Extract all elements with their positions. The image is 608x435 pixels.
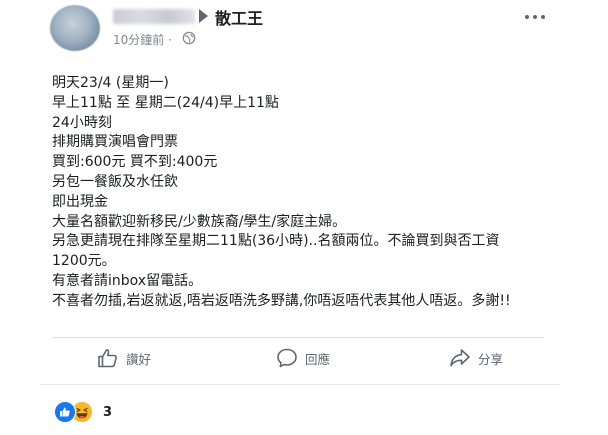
post-line: 有意者請inbox留電話。 [52, 272, 203, 289]
post-line: 早上11點 至 星期二(24/4)早上11點 [52, 94, 279, 111]
post-line: 1200元。 [52, 253, 116, 270]
post-line: 另急更請現在排隊至星期二11點(36小時)..名額兩位。不論買到與否工資 [52, 233, 500, 250]
post-line: 24小時刻 [52, 114, 112, 131]
group-name[interactable]: 散工王 [215, 5, 263, 29]
avatar[interactable] [50, 5, 100, 51]
author-name-blurred[interactable] [113, 9, 195, 24]
post-line: 即出現金 [52, 193, 108, 210]
post-body: 明天23/4 (星期一) 早上11點 至 星期二(24/4)早上11點 24小時… [52, 74, 572, 312]
share-icon [450, 349, 470, 367]
post-timestamp[interactable]: 10分鐘前 · [113, 31, 172, 48]
reactions-summary[interactable]: 3 [54, 401, 112, 423]
post-line: 另包一餐飯及水任飲 [52, 173, 178, 190]
divider [40, 384, 560, 385]
like-button[interactable]: 讚好 [96, 344, 151, 372]
facebook-post: 散工王 10分鐘前 · 明天23/4 (星期一) 早上11點 至 星期二(24/… [0, 0, 608, 435]
comment-label: 回應 [305, 351, 331, 367]
comment-icon [277, 348, 297, 368]
comment-button[interactable]: 回應 [275, 344, 330, 372]
post-line: 大量名額歡迎新移民/少數族裔/學生/家庭主婦。 [52, 213, 347, 230]
arrow-right-icon [199, 9, 208, 23]
reaction-count: 3 [103, 404, 113, 420]
like-label: 讚好 [126, 351, 152, 367]
divider [52, 337, 544, 338]
post-line: 明天23/4 (星期一) [52, 75, 169, 91]
share-label: 分享 [478, 351, 504, 367]
globe-icon [182, 31, 196, 45]
more-options-icon[interactable] [524, 13, 546, 21]
post-line: 排期購買演唱會門票 [52, 134, 178, 151]
like-icon [54, 401, 76, 423]
post-line: 買到:600元 買不到:400元 [52, 154, 218, 171]
share-button[interactable]: 分享 [448, 344, 503, 372]
post-line: 不喜者勿插,岩返就返,唔岩返唔洗多野講,你唔返唔代表其他人唔返。多謝!! [52, 292, 511, 309]
thumbs-up-icon [98, 349, 117, 368]
